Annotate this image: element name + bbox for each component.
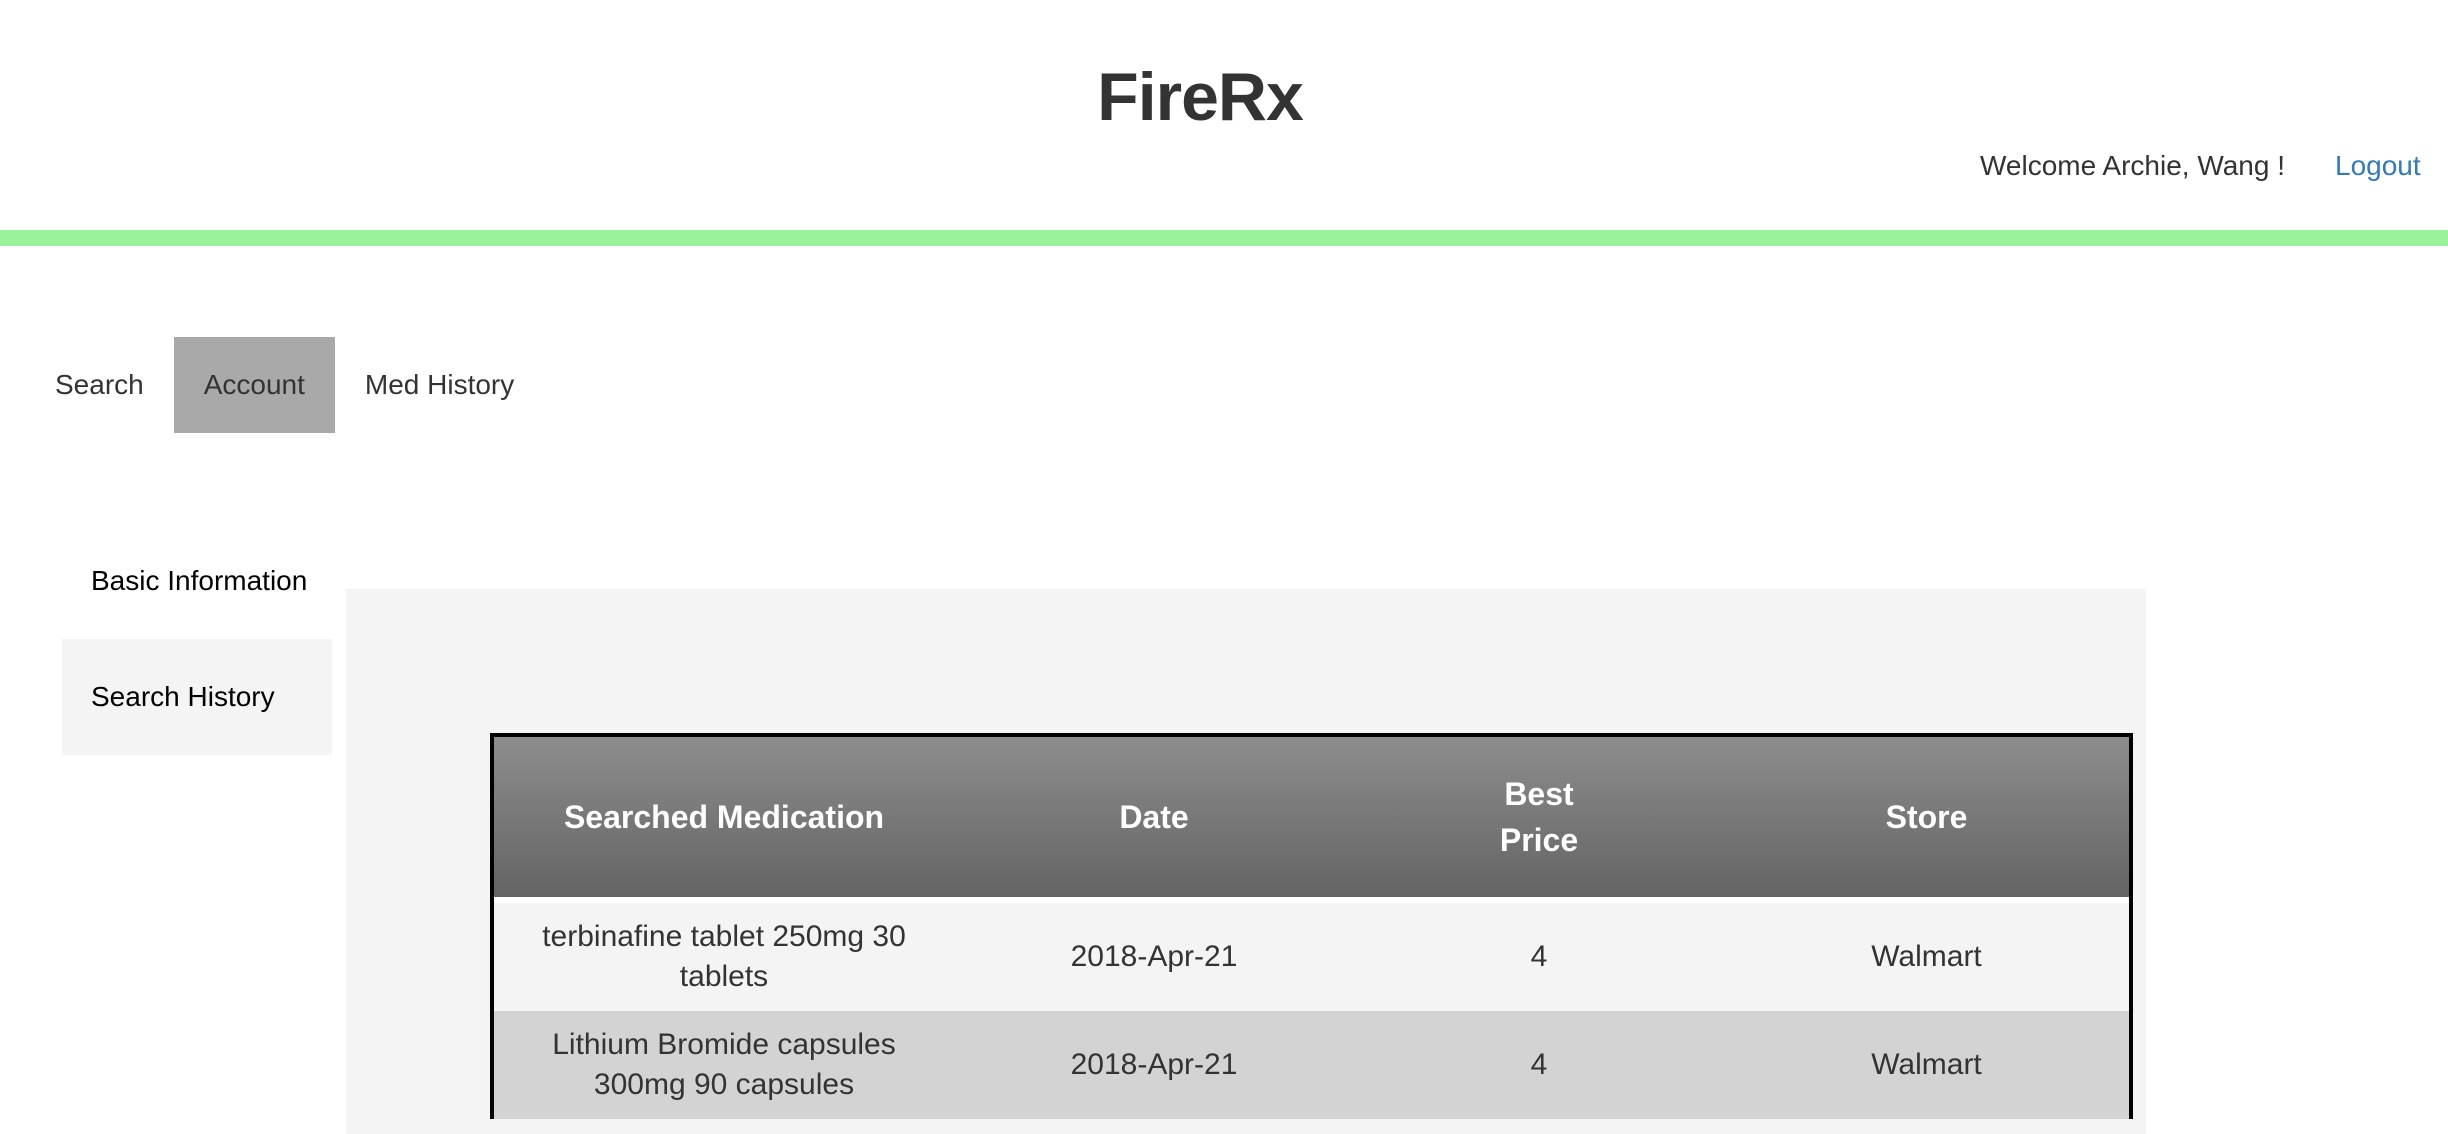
tab-account[interactable]: Account [173, 337, 335, 433]
cell-store: Walmart [1724, 903, 2129, 1011]
search-history-table: Searched Medication Date Best Price Stor… [490, 733, 2133, 1119]
tab-search[interactable]: Search [25, 337, 174, 433]
cell-best-price: 4 [1354, 1011, 1724, 1119]
tab-med-history[interactable]: Med History [335, 337, 544, 433]
column-header-date-label: Date [1119, 799, 1189, 835]
cell-medication: Lithium Bromide capsules 300mg 90 capsul… [494, 1011, 954, 1119]
logout-link[interactable]: Logout [2335, 150, 2421, 182]
column-header-best-price: Best Price [1354, 737, 1724, 903]
column-header-date: Date [954, 737, 1354, 903]
column-header-medication: Searched Medication [494, 737, 954, 903]
welcome-message: Welcome Archie, Wang ! [1980, 150, 2286, 181]
side-item-search-history[interactable]: Search History [62, 639, 332, 755]
cell-date: 2018-Apr-21 [954, 1011, 1354, 1119]
table-header-row: Searched Medication Date Best Price Stor… [494, 737, 2129, 903]
column-header-medication-label: Searched Medication [563, 799, 885, 835]
cell-medication: terbinafine tablet 250mg 30 tablets [494, 903, 954, 1011]
cell-best-price: 4 [1354, 903, 1724, 1011]
cell-date: 2018-Apr-21 [954, 903, 1354, 1011]
page-header: FireRx Welcome Archie, Wang ! Logout [0, 0, 2448, 230]
table-row: Lithium Bromide capsules 300mg 90 capsul… [494, 1011, 2129, 1119]
account-side-nav: Basic Information Search History [62, 523, 332, 755]
column-header-best-price-label: Best Price [1499, 776, 1579, 858]
cell-store: Walmart [1724, 1011, 2129, 1119]
column-header-store: Store [1724, 737, 2129, 903]
header-accent-bar [0, 230, 2448, 246]
main-nav: Search Account Med History [25, 337, 544, 433]
app-title: FireRx [1097, 59, 1304, 135]
side-item-basic-information[interactable]: Basic Information [62, 523, 332, 639]
column-header-store-label: Store [1885, 799, 1968, 835]
table-row: terbinafine tablet 250mg 30 tablets 2018… [494, 903, 2129, 1011]
